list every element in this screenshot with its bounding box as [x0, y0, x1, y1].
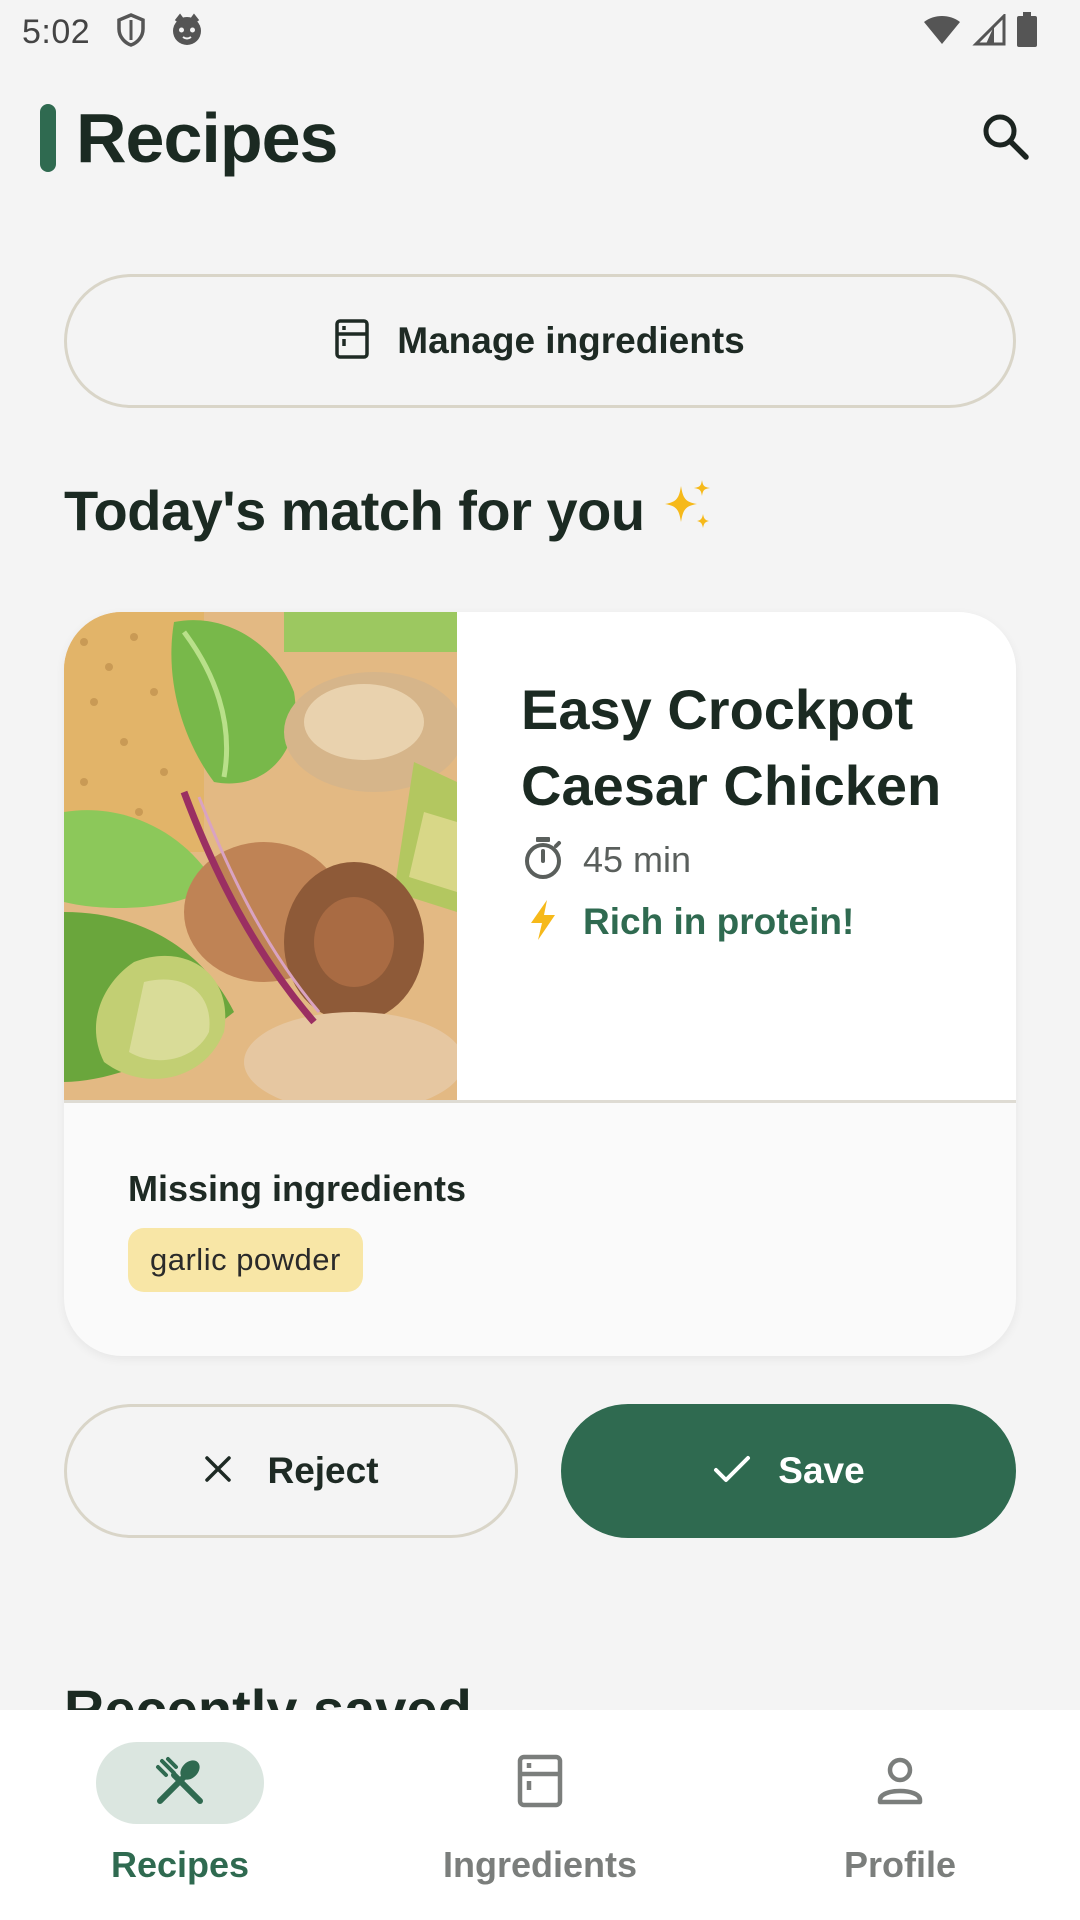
shield-icon: [116, 12, 146, 52]
recently-saved-title: Recently saved: [64, 1678, 472, 1710]
nav-active-indicator: [96, 1742, 264, 1824]
fork-knife-icon: [154, 1755, 206, 1812]
reject-label: Reject: [267, 1450, 379, 1491]
search-button[interactable]: [970, 103, 1040, 173]
battery-icon: [1016, 11, 1038, 53]
recipe-image: [64, 612, 457, 1100]
timer-icon: [521, 836, 565, 885]
nav-label-ingredients: Ingredients: [442, 1844, 638, 1885]
check-icon: [712, 1453, 752, 1490]
missing-ingredient-chip: garlic powder: [128, 1228, 363, 1292]
recipe-card[interactable]: Easy Crockpot Caesar Chicken 45 min Rich…: [64, 612, 1016, 1356]
recipe-title: Easy Crockpot Caesar Chicken: [521, 678, 942, 817]
reject-button[interactable]: Reject: [64, 1404, 518, 1538]
fridge-icon: [335, 318, 370, 364]
app-header: Recipes: [0, 90, 1080, 186]
bottom-nav: Recipes Ingredients Profile: [0, 1710, 1080, 1920]
nav-item-ingredients[interactable]: Ingredients: [360, 1710, 720, 1920]
person-icon: [875, 1756, 925, 1811]
fridge-icon: [517, 1754, 563, 1813]
section-title-text: Today's match for you: [64, 478, 645, 542]
nav-label-profile: Profile: [843, 1844, 957, 1885]
save-button[interactable]: Save: [561, 1404, 1016, 1538]
nav-label-recipes: Recipes: [110, 1844, 250, 1885]
wifi-icon: [922, 14, 962, 51]
missing-ingredients-section: Missing ingredients garlic powder: [128, 1168, 466, 1292]
search-icon: [980, 111, 1030, 166]
cellular-signal-icon: [972, 11, 1006, 51]
title-accent-bar: [40, 104, 56, 172]
bolt-icon: [521, 898, 565, 947]
recipe-highlight-row: Rich in protein!: [521, 896, 991, 948]
nav-item-recipes[interactable]: Recipes: [0, 1710, 360, 1920]
section-title: Today's match for you: [64, 475, 715, 545]
status-time: 5:02: [22, 12, 91, 51]
recipe-card-header: Easy Crockpot Caesar Chicken 45 min Rich…: [64, 612, 1016, 1100]
recipe-info: Easy Crockpot Caesar Chicken 45 min Rich…: [521, 672, 991, 948]
page-title: Recipes: [76, 99, 338, 177]
sparkles-icon: [659, 476, 715, 545]
card-divider: [64, 1100, 1016, 1103]
recipe-time: 45 min: [583, 839, 692, 880]
cat-face-icon: [170, 13, 204, 52]
status-bar: 5:02: [0, 0, 1080, 64]
manage-ingredients-button[interactable]: Manage ingredients: [64, 274, 1016, 408]
recipe-highlight: Rich in protein!: [583, 901, 855, 942]
missing-ingredients-title: Missing ingredients: [128, 1168, 467, 1209]
close-icon: [203, 1454, 233, 1489]
nav-item-profile[interactable]: Profile: [720, 1710, 1080, 1920]
recipe-time-row: 45 min: [521, 834, 991, 886]
manage-ingredients-label: Manage ingredients: [397, 320, 745, 361]
save-label: Save: [778, 1450, 865, 1491]
